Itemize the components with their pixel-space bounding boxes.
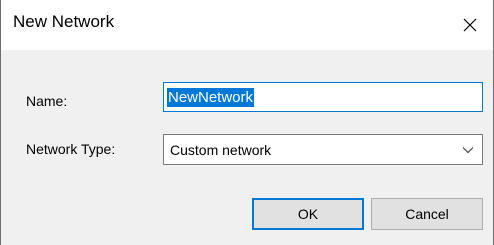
chevron-down-icon <box>462 147 474 154</box>
ok-button[interactable]: OK <box>252 198 364 230</box>
title-bar: New Network <box>1 0 493 50</box>
cancel-button[interactable]: Cancel <box>371 198 483 230</box>
name-label: Name: <box>26 93 68 109</box>
network-type-value: Custom network <box>170 142 272 158</box>
name-input[interactable]: NewNetwork <box>163 82 483 112</box>
new-network-dialog: New Network Name: NewNetwork Network Typ… <box>0 0 494 245</box>
name-input-value: NewNetwork <box>167 87 255 107</box>
close-button[interactable] <box>447 0 493 50</box>
network-type-select[interactable]: Custom network <box>163 134 483 165</box>
dialog-title: New Network <box>13 12 115 31</box>
close-icon <box>463 18 477 32</box>
network-type-label: Network Type: <box>26 141 116 157</box>
